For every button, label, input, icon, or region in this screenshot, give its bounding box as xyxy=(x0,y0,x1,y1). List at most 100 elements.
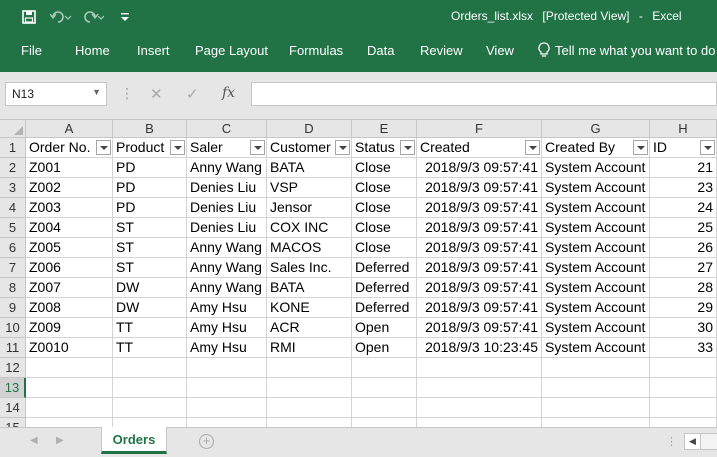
empty-cell[interactable] xyxy=(267,358,352,378)
cell-id[interactable]: 24 xyxy=(650,198,717,218)
cell-created[interactable]: 2018/9/3 09:57:41 xyxy=(417,218,542,238)
empty-cell[interactable] xyxy=(352,378,417,398)
cell-id[interactable]: 30 xyxy=(650,318,717,338)
insert-function-icon[interactable]: fx xyxy=(222,85,235,101)
tab-split-handle[interactable]: ⋮ xyxy=(666,435,677,448)
header-cell-product[interactable]: Product xyxy=(113,138,187,158)
cell-created-by[interactable]: System Account xyxy=(542,318,650,338)
cell-status[interactable]: Open xyxy=(352,318,417,338)
empty-cell[interactable] xyxy=(267,398,352,418)
empty-cell[interactable] xyxy=(650,358,717,378)
prev-sheet-icon[interactable]: ◀ xyxy=(30,435,38,446)
cell-status[interactable]: Close xyxy=(352,238,417,258)
redo-button[interactable] xyxy=(80,5,106,29)
tab-home[interactable]: Home xyxy=(75,43,110,58)
cell-created-by[interactable]: System Account xyxy=(542,158,650,178)
cell-id[interactable]: 21 xyxy=(650,158,717,178)
cell-order-no[interactable]: Z0010 xyxy=(26,338,113,358)
cell-created-by[interactable]: System Account xyxy=(542,178,650,198)
cell-order-no[interactable]: Z006 xyxy=(26,258,113,278)
cell-saler[interactable]: Amy Hsu xyxy=(187,318,267,338)
tab-insert[interactable]: Insert xyxy=(137,43,170,58)
empty-cell[interactable] xyxy=(542,378,650,398)
cell-customer[interactable]: VSP xyxy=(267,178,352,198)
cell-status[interactable]: Deferred xyxy=(352,298,417,318)
cell-saler[interactable]: Denies Liu xyxy=(187,218,267,238)
cell-saler[interactable]: Amy Hsu xyxy=(187,298,267,318)
cell-created[interactable]: 2018/9/3 09:57:41 xyxy=(417,298,542,318)
cell-saler[interactable]: Anny Wang xyxy=(187,258,267,278)
cell-order-no[interactable]: Z009 xyxy=(26,318,113,338)
filter-dropdown-icon[interactable] xyxy=(400,140,415,155)
tab-file[interactable]: File xyxy=(21,43,42,58)
empty-cell[interactable] xyxy=(26,398,113,418)
cell-created[interactable]: 2018/9/3 09:57:41 xyxy=(417,198,542,218)
cell-created[interactable]: 2018/9/3 09:57:41 xyxy=(417,158,542,178)
empty-cell[interactable] xyxy=(113,398,187,418)
row-header-4[interactable]: 4 xyxy=(0,198,26,218)
cell-id[interactable]: 23 xyxy=(650,178,717,198)
row-header-7[interactable]: 7 xyxy=(0,258,26,278)
add-sheet-icon[interactable]: + xyxy=(199,434,214,449)
cell-customer[interactable]: ACR xyxy=(267,318,352,338)
horizontal-scrollbar[interactable] xyxy=(701,433,717,450)
cell-status[interactable]: Open xyxy=(352,338,417,358)
cell-created[interactable]: 2018/9/3 09:57:41 xyxy=(417,278,542,298)
cell-created[interactable]: 2018/9/3 09:57:41 xyxy=(417,178,542,198)
filter-dropdown-icon[interactable] xyxy=(170,140,185,155)
cell-saler[interactable]: Denies Liu xyxy=(187,198,267,218)
empty-cell[interactable] xyxy=(352,358,417,378)
cell-product[interactable]: ST xyxy=(113,238,187,258)
empty-cell[interactable] xyxy=(26,358,113,378)
row-header-2[interactable]: 2 xyxy=(0,158,26,178)
empty-cell[interactable] xyxy=(417,398,542,418)
cell-created-by[interactable]: System Account xyxy=(542,238,650,258)
cell-customer[interactable]: COX INC xyxy=(267,218,352,238)
tell-me-search[interactable]: Tell me what you want to do xyxy=(538,42,715,58)
cell-saler[interactable]: Denies Liu xyxy=(187,178,267,198)
cell-created[interactable]: 2018/9/3 10:23:45 xyxy=(417,338,542,358)
empty-cell[interactable] xyxy=(267,378,352,398)
cell-customer[interactable]: BATA xyxy=(267,158,352,178)
row-header-9[interactable]: 9 xyxy=(0,298,26,318)
filter-dropdown-icon[interactable] xyxy=(700,140,715,155)
formula-input[interactable] xyxy=(251,82,717,106)
cell-created-by[interactable]: System Account xyxy=(542,218,650,238)
empty-cell[interactable] xyxy=(187,378,267,398)
column-header-a[interactable]: A xyxy=(26,120,113,138)
cell-id[interactable]: 29 xyxy=(650,298,717,318)
cell-created-by[interactable]: System Account xyxy=(542,258,650,278)
tab-page-layout[interactable]: Page Layout xyxy=(195,43,268,58)
cell-created-by[interactable]: System Account xyxy=(542,278,650,298)
cell-created-by[interactable]: System Account xyxy=(542,198,650,218)
tab-formulas[interactable]: Formulas xyxy=(289,43,343,58)
empty-cell[interactable] xyxy=(187,398,267,418)
row-header-11[interactable]: 11 xyxy=(0,338,26,358)
header-cell-order-no[interactable]: Order No. xyxy=(26,138,113,158)
header-cell-created-by[interactable]: Created By xyxy=(542,138,650,158)
cell-customer[interactable]: KONE xyxy=(267,298,352,318)
empty-cell[interactable] xyxy=(650,378,717,398)
cell-customer[interactable]: RMI xyxy=(267,338,352,358)
empty-cell[interactable] xyxy=(187,358,267,378)
row-header-14[interactable]: 14 xyxy=(0,398,26,418)
cell-product[interactable]: TT xyxy=(113,318,187,338)
cell-order-no[interactable]: Z005 xyxy=(26,238,113,258)
filter-dropdown-icon[interactable] xyxy=(525,140,540,155)
scroll-left-icon[interactable]: ◀ xyxy=(684,433,701,450)
filter-dropdown-icon[interactable] xyxy=(633,140,648,155)
cell-created-by[interactable]: System Account xyxy=(542,338,650,358)
next-sheet-icon[interactable]: ▶ xyxy=(56,435,64,446)
cell-status[interactable]: Close xyxy=(352,198,417,218)
header-cell-status[interactable]: Status xyxy=(352,138,417,158)
save-button[interactable] xyxy=(16,5,42,29)
column-header-b[interactable]: B xyxy=(113,120,187,138)
cell-created-by[interactable]: System Account xyxy=(542,298,650,318)
header-cell-id[interactable]: ID xyxy=(650,138,717,158)
cell-product[interactable]: ST xyxy=(113,258,187,278)
filter-dropdown-icon[interactable] xyxy=(250,140,265,155)
cell-created[interactable]: 2018/9/3 09:57:41 xyxy=(417,238,542,258)
column-header-d[interactable]: D xyxy=(267,120,352,138)
cell-order-no[interactable]: Z007 xyxy=(26,278,113,298)
header-cell-saler[interactable]: Saler xyxy=(187,138,267,158)
